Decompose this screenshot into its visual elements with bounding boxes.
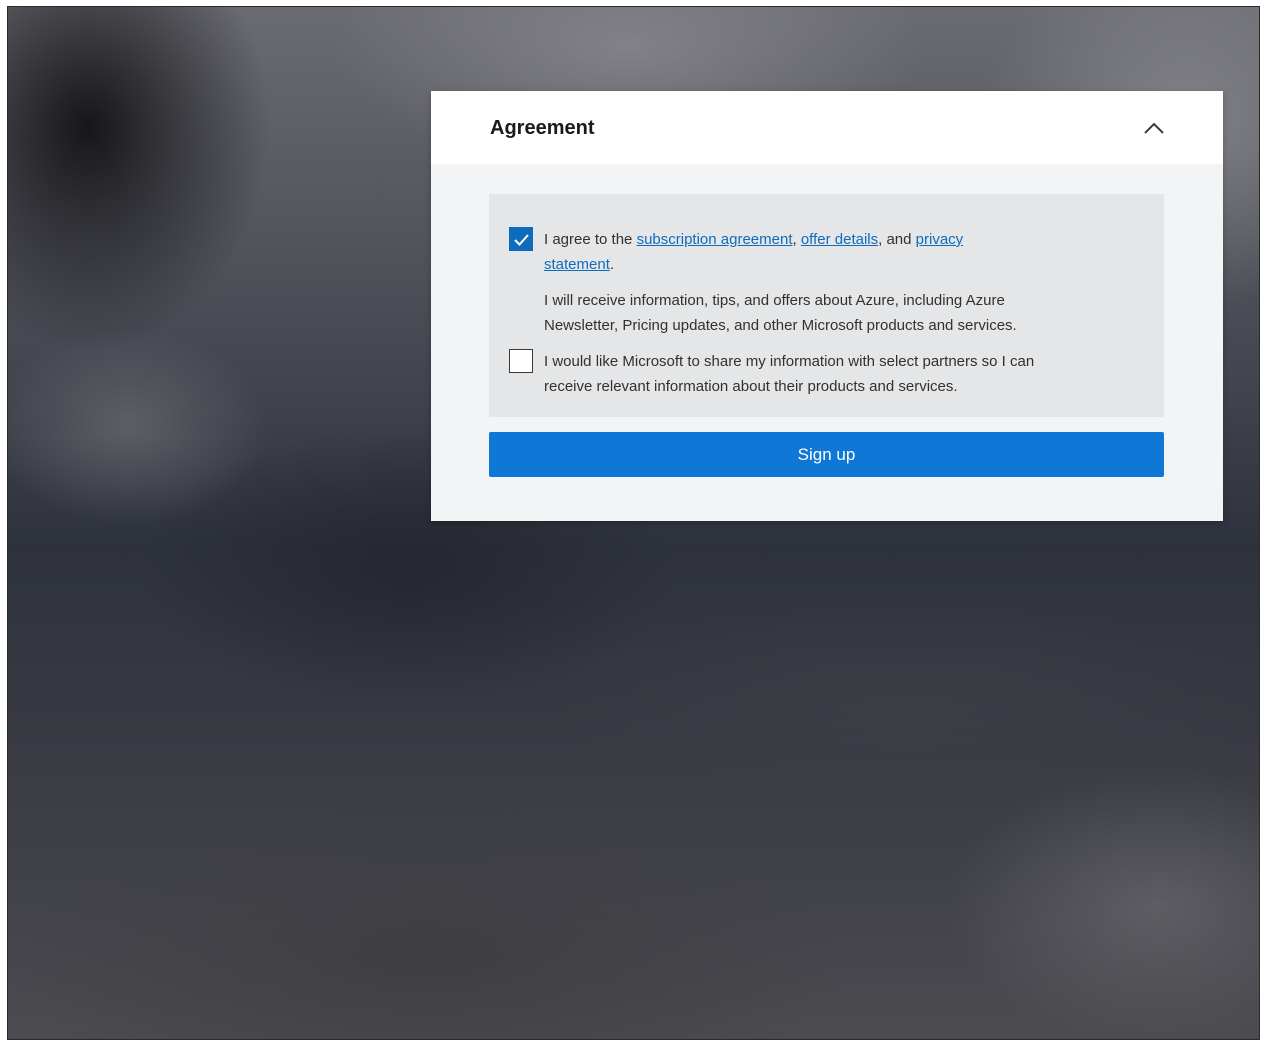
marketing-info-line: Newsletter, Pricing updates, and other M… — [544, 317, 1017, 334]
agreement-card-header[interactable]: Agreement — [431, 91, 1223, 164]
subscription-agreement-link[interactable]: subscription agreement — [637, 231, 793, 248]
privacy-statement-link[interactable]: statement — [544, 256, 610, 273]
sign-up-button[interactable]: Sign up — [489, 432, 1164, 477]
share-partners-line: receive relevant information about their… — [544, 378, 958, 395]
card-title: Agreement — [490, 117, 595, 139]
share-partners-label: I would like Microsoft to share my infor… — [544, 349, 1154, 399]
terms-box: I agree to the subscription agreement, o… — [489, 194, 1164, 417]
agreement-card: Agreement I agree to the subscription ag… — [431, 91, 1223, 521]
share-partners-line: I would like Microsoft to share my infor… — [544, 353, 1035, 370]
separator-text: , and — [878, 231, 916, 248]
marketing-info-line: I will receive information, tips, and of… — [544, 292, 1005, 309]
collapse-button[interactable] — [1139, 113, 1169, 143]
separator-text: , — [792, 231, 801, 248]
privacy-statement-link[interactable]: privacy — [916, 231, 964, 248]
agree-suffix: . — [609, 256, 615, 273]
agree-terms-checkbox[interactable] — [509, 227, 533, 251]
agree-terms-label: I agree to the subscription agreement, o… — [544, 227, 1104, 277]
checkmark-icon — [514, 234, 529, 246]
offer-details-link[interactable]: offer details — [801, 231, 878, 248]
marketing-info-text: I will receive information, tips, and of… — [544, 288, 1144, 338]
chevron-up-icon — [1144, 122, 1164, 134]
agree-prefix: I agree to the — [544, 231, 637, 248]
share-partners-checkbox[interactable] — [509, 349, 533, 373]
